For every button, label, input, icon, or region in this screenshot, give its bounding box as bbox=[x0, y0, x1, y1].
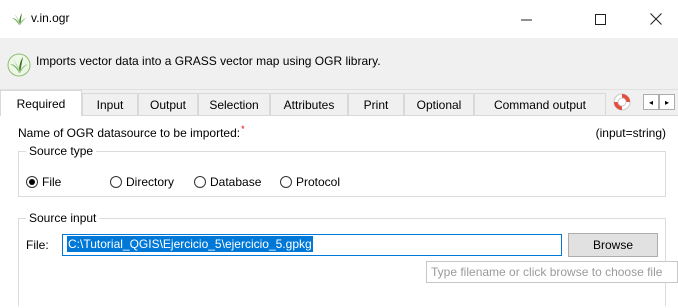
tab-label: Output bbox=[149, 97, 187, 112]
radio-unselected-icon bbox=[110, 176, 122, 188]
chevron-left-icon: ◂ bbox=[648, 97, 653, 107]
parameter-hint: (input=string) bbox=[595, 126, 666, 140]
radio-file[interactable]: File bbox=[26, 175, 61, 189]
tab-output[interactable]: Output bbox=[138, 93, 198, 115]
grass-logo-icon bbox=[7, 53, 31, 77]
tab-label: Input bbox=[96, 97, 124, 112]
radio-selected-icon bbox=[26, 176, 38, 188]
tab-label: Attributes bbox=[283, 97, 335, 112]
datasource-label-text: Name of OGR datasource to be imported: bbox=[18, 126, 241, 140]
tab-label: Selection bbox=[209, 97, 259, 112]
maximize-icon bbox=[594, 13, 606, 25]
source-input-title: Source input bbox=[26, 211, 100, 225]
chevron-right-icon: ▸ bbox=[664, 97, 669, 107]
radio-label: Directory bbox=[126, 175, 175, 189]
radio-label: File bbox=[42, 175, 62, 189]
file-label: File: bbox=[26, 238, 49, 252]
file-input-tooltip: Type filename or click browse to choose … bbox=[426, 261, 678, 283]
title-bar: v.in.ogr bbox=[0, 0, 678, 38]
tab-scroll-right-button[interactable]: ▸ bbox=[659, 94, 675, 110]
tab-command-output[interactable]: Command output bbox=[474, 93, 606, 115]
file-path-input[interactable]: C:\Tutorial_QGIS\Ejercicio_5\ejercicio_5… bbox=[62, 234, 562, 256]
radio-database[interactable]: Database bbox=[194, 175, 261, 189]
tab-input[interactable]: Input bbox=[82, 93, 138, 115]
file-path-value: C:\Tutorial_QGIS\Ejercicio_5\ejercicio_5… bbox=[67, 236, 313, 252]
lifebuoy-icon bbox=[613, 93, 631, 111]
module-description: Imports vector data into a GRASS vector … bbox=[36, 54, 381, 68]
minimize-icon bbox=[520, 19, 532, 20]
source-type-title: Source type bbox=[26, 144, 97, 158]
tab-label: Print bbox=[363, 97, 389, 112]
radio-unselected-icon bbox=[194, 176, 206, 188]
close-button[interactable] bbox=[634, 0, 678, 38]
radio-unselected-icon bbox=[280, 176, 292, 188]
tab-scroll-left-button[interactable]: ◂ bbox=[643, 94, 659, 110]
required-marker: * bbox=[241, 124, 245, 134]
tab-label: Optional bbox=[416, 97, 462, 112]
radio-directory[interactable]: Directory bbox=[110, 175, 174, 189]
window-title: v.in.ogr bbox=[31, 11, 70, 25]
tab-print[interactable]: Print bbox=[348, 93, 404, 115]
radio-label: Database bbox=[210, 175, 262, 189]
tab-optional[interactable]: Optional bbox=[404, 93, 474, 115]
tab-label: Command output bbox=[493, 97, 587, 112]
tab-selection[interactable]: Selection bbox=[198, 93, 270, 115]
browse-button[interactable]: Browse bbox=[568, 233, 658, 257]
tab-required[interactable]: Required bbox=[0, 90, 82, 116]
grass-app-icon bbox=[12, 13, 26, 25]
minimize-button[interactable] bbox=[504, 0, 548, 38]
module-description-banner: Imports vector data into a GRASS vector … bbox=[0, 38, 678, 90]
source-type-group: Source type bbox=[18, 144, 666, 197]
close-icon bbox=[650, 13, 662, 25]
tab-attributes[interactable]: Attributes bbox=[270, 93, 348, 115]
radio-label: Protocol bbox=[296, 175, 341, 189]
radio-protocol[interactable]: Protocol bbox=[280, 175, 340, 189]
maximize-button[interactable] bbox=[578, 0, 622, 38]
tab-label: Required bbox=[16, 96, 66, 111]
datasource-label: Name of OGR datasource to be imported:* bbox=[18, 124, 245, 140]
